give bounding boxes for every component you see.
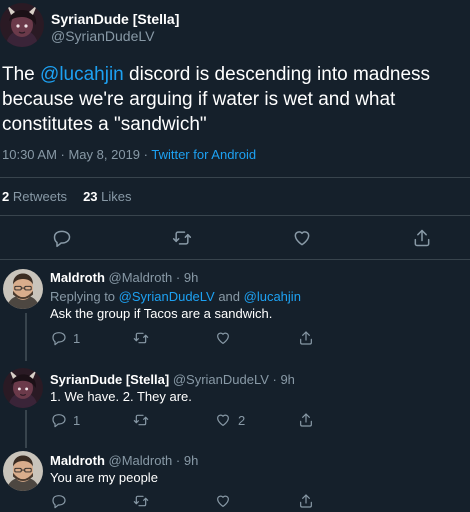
maldroth-avatar-icon [3, 269, 43, 309]
author-name[interactable]: SyrianDude [Stella] [50, 372, 169, 387]
author-name[interactable]: Maldroth [50, 453, 105, 468]
avatar[interactable] [3, 451, 43, 491]
tweet-meta: 10:30 AM · May 8, 2019 · Twitter for And… [2, 147, 256, 162]
heart-icon[interactable] [215, 493, 231, 509]
replying-to: Replying to @SyrianDudeLV and @lucahjin [50, 289, 301, 304]
heart-icon[interactable] [215, 412, 231, 428]
maldroth-avatar-icon [3, 451, 43, 491]
reply-header: SyrianDude [Stella] @SyrianDudeLV · 9h [50, 372, 295, 387]
retweet-label: Retweets [12, 189, 68, 204]
avatar[interactable] [3, 368, 43, 408]
retweet-icon[interactable] [133, 493, 149, 509]
reply-count: 1 [73, 413, 81, 428]
like-count: 23 [83, 189, 98, 204]
reply-text: Ask the group if Tacos are a sandwich. [50, 306, 273, 321]
author-handle[interactable]: @Maldroth · 9h [109, 453, 199, 468]
thread-line [25, 313, 27, 361]
reply-icon[interactable] [52, 228, 72, 248]
author-handle[interactable]: @SyrianDudeLV · 9h [173, 372, 295, 387]
divider [0, 259, 470, 260]
share-icon[interactable] [298, 330, 314, 346]
tweet-text-pre: The [2, 64, 41, 85]
reply-header: Maldroth @Maldroth · 9h [50, 453, 198, 468]
tweet-text-line3: constitutes a "sandwich" [2, 114, 207, 135]
divider [0, 215, 470, 216]
retweet-icon[interactable] [172, 228, 192, 248]
stella-avatar-icon [0, 3, 44, 47]
divider [0, 177, 470, 178]
like-label: Likes [101, 189, 132, 204]
retweet-icon[interactable] [133, 412, 149, 428]
tweet-text-post: discord is descending into madness [123, 64, 431, 85]
share-icon[interactable] [412, 228, 432, 248]
heart-icon[interactable] [292, 228, 312, 248]
replying-and: and [214, 289, 244, 304]
tweet-stats: 2 Retweets 23 Likes [2, 189, 132, 204]
author-handle[interactable]: @Maldroth · 9h [109, 270, 199, 285]
reply-text: 1. We have. 2. They are. [50, 389, 192, 404]
retweet-count: 2 [2, 189, 10, 204]
timestamp[interactable]: 10:30 AM · May 8, 2019 · [2, 147, 151, 162]
tweet-text: The @lucahjin discord is descending into… [2, 62, 470, 137]
reply-icon[interactable] [51, 493, 67, 509]
mention-link[interactable]: @lucahjin [244, 289, 301, 304]
tweet-text-line2: because we're arguing if water is wet an… [2, 89, 396, 110]
reply-icon[interactable] [51, 412, 67, 428]
author-name[interactable]: Maldroth [50, 270, 105, 285]
like-count: 2 [238, 413, 246, 428]
reply-text: You are my people [50, 470, 158, 485]
share-icon[interactable] [298, 412, 314, 428]
avatar[interactable] [0, 3, 44, 47]
avatar[interactable] [3, 269, 43, 309]
likes-stat[interactable]: 23 Likes [83, 189, 131, 204]
retweet-icon[interactable] [133, 330, 149, 346]
share-icon[interactable] [298, 493, 314, 509]
author-name[interactable]: SyrianDude [Stella] [51, 11, 179, 27]
heart-icon[interactable] [215, 330, 231, 346]
mention-link[interactable]: @lucahjin [40, 64, 124, 85]
reply-icon[interactable] [51, 330, 67, 346]
reply-count: 1 [73, 331, 81, 346]
stella-avatar-icon [3, 368, 43, 408]
thread-line [25, 410, 27, 448]
retweets-stat[interactable]: 2 Retweets [2, 189, 67, 204]
mention-link[interactable]: @SyrianDudeLV [119, 289, 215, 304]
source-link[interactable]: Twitter for Android [151, 147, 256, 162]
replying-prefix: Replying to [50, 289, 119, 304]
author-handle[interactable]: @SyrianDudeLV [51, 28, 154, 44]
reply-header: Maldroth @Maldroth · 9h [50, 270, 198, 285]
